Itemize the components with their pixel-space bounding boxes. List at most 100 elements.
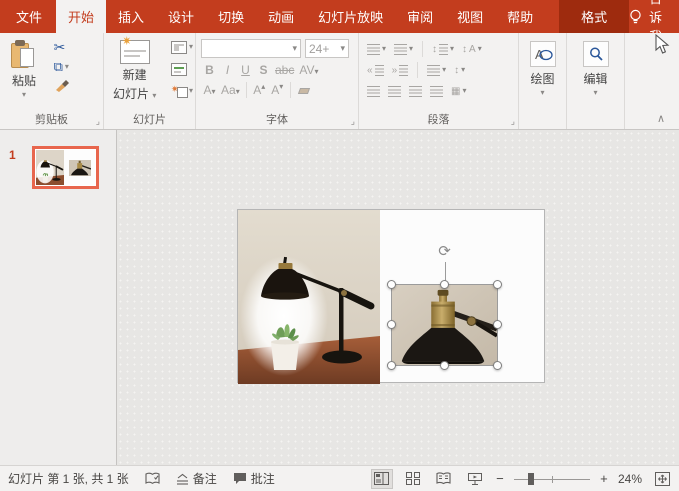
columns-button[interactable]: ▾ [425, 60, 448, 80]
copy-button[interactable]: ⧉▾ [52, 57, 71, 77]
grow-font-button[interactable]: A▴ [251, 82, 268, 98]
align-center-button[interactable] [386, 81, 403, 101]
layout-button[interactable]: ▾ [169, 37, 195, 57]
selection-handle-bottom-left[interactable] [387, 361, 396, 370]
increase-indent-button[interactable]: » [390, 60, 411, 80]
paste-dropdown-caret[interactable]: ▾ [22, 91, 26, 99]
section-button[interactable]: ▾ [169, 81, 195, 101]
slide[interactable]: ⟳ [237, 209, 545, 383]
font-size-combo[interactable]: 24+▾ [305, 39, 349, 58]
tab-review[interactable]: 审阅 [395, 0, 445, 33]
desk-lamp-photo[interactable] [238, 210, 380, 384]
shrink-font-button[interactable]: A▾ [269, 82, 286, 98]
thumbnail-left-image [36, 150, 64, 185]
zoom-slider[interactable] [514, 472, 590, 486]
italic-button[interactable]: I [219, 62, 236, 78]
ribbon: 粘贴 ▾ ✂ ⧉▾ 剪贴板 ⌟ ✷ 新建 幻灯片 ▾ ▾ [0, 33, 679, 130]
font-name-caret[interactable]: ▾ [292, 44, 297, 53]
reading-view-button[interactable] [433, 469, 455, 489]
justify-button[interactable] [428, 81, 445, 101]
selection-handle-top-right[interactable] [493, 280, 502, 289]
comments-button[interactable]: 批注 [233, 470, 275, 487]
change-case-button[interactable]: Aa▾ [219, 82, 242, 98]
character-spacing-button[interactable]: AV▾ [297, 62, 320, 78]
tab-home[interactable]: 开始 [56, 0, 106, 33]
decrease-indent-button[interactable]: « [365, 60, 386, 80]
tab-picture-format[interactable]: 格式 [559, 0, 629, 33]
selection-handle-bottom-middle[interactable] [440, 361, 449, 370]
slideshow-view-button[interactable] [464, 469, 486, 489]
rotation-handle[interactable]: ⟳ [438, 244, 451, 259]
spellcheck-book-icon [145, 472, 160, 485]
tab-insert[interactable]: 插入 [106, 0, 156, 33]
font-size-caret[interactable]: ▾ [340, 44, 345, 53]
clipboard-dialog-launcher[interactable]: ⌟ [96, 117, 100, 126]
tab-help[interactable]: 帮助 [495, 0, 545, 33]
copy-icon: ⧉ [54, 59, 63, 75]
paste-button[interactable]: 粘贴 ▾ [6, 37, 42, 102]
editing-group: 编辑 ▾ [567, 33, 625, 129]
cut-button[interactable]: ✂ [52, 37, 71, 57]
tab-transitions[interactable]: 切换 [206, 0, 256, 33]
numbering-button[interactable]: ▾ [392, 39, 415, 59]
columns-icon [427, 65, 440, 76]
zoom-level[interactable]: 24% [618, 472, 642, 486]
paragraph-dialog-launcher[interactable]: ⌟ [511, 117, 515, 126]
align-right-icon [409, 86, 422, 97]
new-slide-button[interactable]: ✷ 新建 幻灯片 ▾ [108, 37, 161, 105]
editing-button[interactable]: 编辑 ▾ [583, 37, 609, 99]
reset-button[interactable] [169, 59, 195, 79]
zoom-slider-thumb[interactable] [528, 473, 534, 485]
collapse-ribbon-button[interactable]: ∧ [657, 112, 665, 125]
zoom-out-button[interactable]: − [495, 471, 505, 486]
paragraph-group-label: 段落 [359, 111, 518, 127]
smartart-convert-button[interactable]: ▦▾ [449, 81, 468, 101]
lightbulb-icon [629, 9, 642, 25]
strikethrough-button[interactable]: abc [273, 62, 296, 78]
font-name-combo[interactable]: ▾ [201, 39, 301, 58]
clear-formatting-button[interactable] [295, 82, 312, 98]
fit-to-window-button[interactable] [651, 469, 673, 489]
tab-file[interactable]: 文件 [2, 0, 56, 33]
paste-clipboard-icon [11, 40, 37, 70]
selection-handle-middle-right[interactable] [493, 320, 502, 329]
align-right-button[interactable] [407, 81, 424, 101]
drawing-button[interactable]: A 绘图 ▾ [530, 37, 556, 99]
decrease-indent-icon [375, 65, 384, 76]
selection-handle-top-left[interactable] [387, 280, 396, 289]
tab-slideshow[interactable]: 幻灯片放映 [306, 0, 395, 33]
bullets-button[interactable]: ▾ [365, 39, 388, 59]
ribbon-tab-bar: 文件 开始 插入 设计 切换 动画 幻灯片放映 审阅 视图 帮助 格式 告诉我 … [0, 0, 679, 33]
text-shadow-button[interactable]: S [255, 62, 272, 78]
zoom-in-button[interactable]: + [599, 471, 609, 486]
cut-icon: ✂ [54, 39, 66, 56]
slide-canvas[interactable]: ⟳ [117, 130, 679, 465]
tab-design[interactable]: 设计 [156, 0, 206, 33]
lamp-head-image [392, 285, 497, 365]
format-painter-button[interactable] [52, 77, 71, 97]
font-dialog-launcher[interactable]: ⌟ [351, 117, 355, 126]
selected-picture[interactable]: ⟳ [391, 284, 498, 366]
bold-button[interactable]: B [201, 62, 218, 78]
text-direction-button[interactable]: ↕A▾ [460, 39, 484, 59]
align-left-button[interactable] [365, 81, 382, 101]
selection-handle-middle-left[interactable] [387, 320, 396, 329]
normal-view-button[interactable] [371, 469, 393, 489]
tab-animations[interactable]: 动画 [256, 0, 306, 33]
status-bar: 幻灯片 第 1 张, 共 1 张 备注 批注 [0, 465, 679, 491]
align-text-button[interactable]: ↕▾ [452, 60, 467, 80]
align-left-icon [367, 86, 380, 97]
slides-group: ✷ 新建 幻灯片 ▾ ▾ ▾ 幻灯片 [104, 33, 196, 129]
selection-handle-top-middle[interactable] [440, 280, 449, 289]
selection-handle-bottom-right[interactable] [493, 361, 502, 370]
underline-button[interactable]: U [237, 62, 254, 78]
slide-sorter-view-button[interactable] [402, 469, 424, 489]
notes-button[interactable]: 备注 [176, 470, 217, 487]
slide-number: 1 [9, 148, 16, 162]
spellcheck-button[interactable] [145, 472, 160, 485]
line-spacing-button[interactable]: ↕▾ [430, 39, 456, 59]
font-color-button[interactable]: A▾ [201, 82, 218, 98]
tab-view[interactable]: 视图 [445, 0, 495, 33]
powerpoint-window: 文件 开始 插入 设计 切换 动画 幻灯片放映 审阅 视图 帮助 格式 告诉我 … [0, 0, 679, 491]
slide-thumbnail[interactable] [32, 146, 99, 189]
